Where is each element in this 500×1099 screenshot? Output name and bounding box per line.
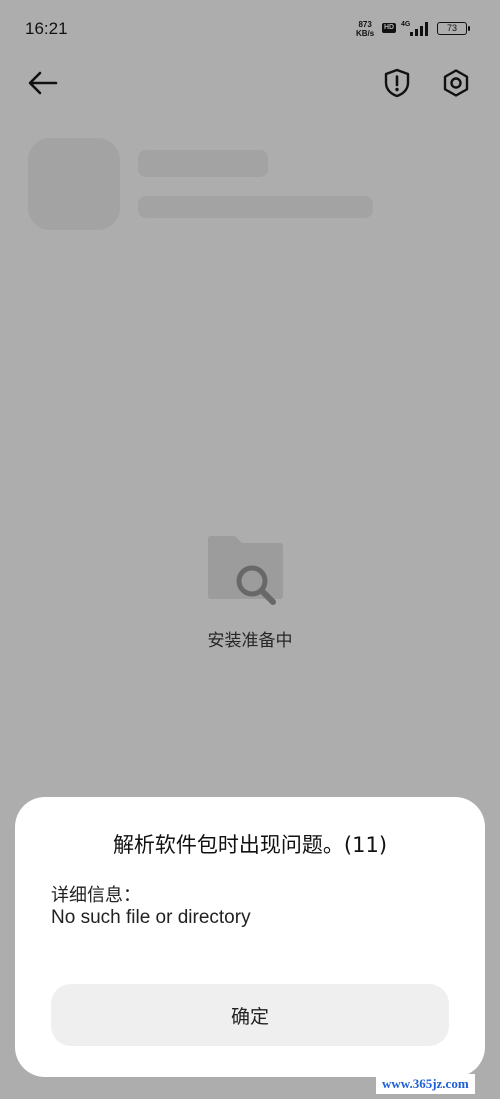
error-dialog: 解析软件包时出现问题。(11) 详细信息： No such file or di… — [15, 797, 485, 1077]
detail-message: No such file or directory — [51, 907, 251, 928]
dialog-title: 解析软件包时出现问题。(11) — [112, 833, 388, 857]
detail-label: 详细信息： — [51, 885, 141, 906]
watermark: www.365jz.com — [376, 1074, 475, 1094]
confirm-button[interactable]: 确定 — [51, 984, 449, 1046]
